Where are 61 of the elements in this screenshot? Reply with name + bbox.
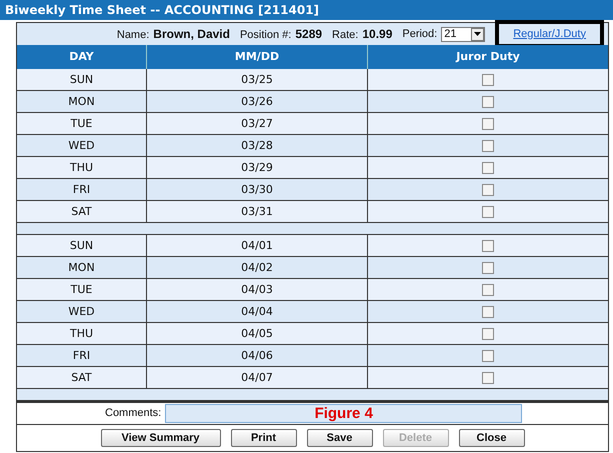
juror-duty-checkbox[interactable] [482, 350, 494, 362]
juror-duty-checkbox[interactable] [482, 118, 494, 130]
day-cell: SAT [17, 367, 147, 389]
rate-value: 10.99 [362, 26, 392, 43]
day-cell: THU [17, 157, 147, 179]
date-cell: 04/07 [147, 367, 368, 389]
juror-duty-checkbox[interactable] [482, 206, 494, 218]
day-cell: MON [17, 257, 147, 279]
day-cell: MON [17, 91, 147, 113]
comments-label: Comments: [105, 406, 162, 422]
juror-duty-checkbox[interactable] [482, 162, 494, 174]
action-button[interactable]: View Summary [100, 429, 220, 447]
juror-duty-checkbox[interactable] [482, 140, 494, 152]
day-cell: WED [17, 135, 147, 157]
day-cell: WED [17, 301, 147, 323]
day-cell: TUE [17, 113, 147, 135]
date-cell: 04/03 [147, 279, 368, 301]
date-cell: 04/02 [147, 257, 368, 279]
juror-duty-checkbox[interactable] [482, 372, 494, 384]
position-value: 5289 [295, 26, 322, 43]
period-label: Period: [402, 26, 438, 42]
name-label: Name: [116, 28, 150, 43]
date-cell: 04/05 [147, 323, 368, 345]
position-label: Position #: [240, 28, 292, 43]
juror-duty-checkbox[interactable] [482, 74, 494, 86]
day-cell: SAT [17, 201, 147, 223]
column-header: Juror Duty [368, 45, 608, 69]
juror-duty-checkbox[interactable] [482, 284, 494, 296]
comments-field[interactable]: Figure 4 [165, 404, 522, 423]
date-cell: 03/29 [147, 157, 368, 179]
date-cell: 03/28 [147, 135, 368, 157]
day-cell: THU [17, 323, 147, 345]
dropdown-arrow-icon [474, 32, 482, 36]
day-cell: TUE [17, 279, 147, 301]
juror-duty-checkbox[interactable] [482, 184, 494, 196]
day-cell: SUN [17, 69, 147, 91]
date-cell: 04/04 [147, 301, 368, 323]
action-button[interactable]: Save [306, 429, 372, 447]
action-button[interactable]: Close [458, 429, 524, 447]
date-cell: 03/25 [147, 69, 368, 91]
date-cell: 03/31 [147, 201, 368, 223]
juror-duty-checkbox[interactable] [482, 240, 494, 252]
period-dropdown[interactable]: 21 [441, 26, 486, 42]
name-value: Brown, David [153, 26, 230, 43]
juror-duty-checkbox[interactable] [482, 306, 494, 318]
date-cell: 03/26 [147, 91, 368, 113]
day-cell: FRI [17, 345, 147, 367]
date-cell: 03/30 [147, 179, 368, 201]
action-button[interactable]: Print [230, 429, 296, 447]
juror-duty-checkbox[interactable] [482, 328, 494, 340]
day-cell: SUN [17, 235, 147, 257]
date-cell: 04/01 [147, 235, 368, 257]
window-title: Biweekly Time Sheet -- ACCOUNTING [211401] [0, 0, 613, 20]
date-cell: 03/27 [147, 113, 368, 135]
date-cell: 04/06 [147, 345, 368, 367]
juror-duty-checkbox[interactable] [482, 262, 494, 274]
column-header: DAY [17, 45, 147, 69]
day-cell: FRI [17, 179, 147, 201]
column-header: MM/DD [147, 45, 368, 69]
juror-duty-checkbox[interactable] [482, 96, 494, 108]
rate-label: Rate: [332, 28, 358, 43]
